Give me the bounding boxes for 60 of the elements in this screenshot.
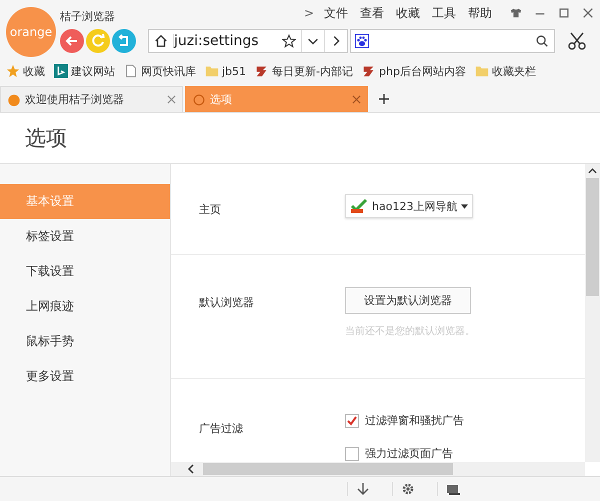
- download-icon[interactable]: [347, 482, 370, 496]
- checkbox-label: 过滤弹窗和骚扰广告: [365, 413, 464, 428]
- page-icon: [124, 64, 138, 78]
- close-tab-icon[interactable]: [352, 95, 361, 104]
- browser-tab[interactable]: 欢迎使用桔子浏览器: [0, 86, 183, 112]
- setting-label: 广告过滤: [199, 421, 244, 437]
- fruit-icon: [7, 92, 21, 106]
- bookmark-item[interactable]: 每日更新-内部记: [272, 64, 354, 78]
- maximize-icon[interactable]: [558, 7, 570, 19]
- close-icon[interactable]: [582, 7, 594, 19]
- bookmark-item[interactable]: 收藏: [23, 64, 45, 78]
- folder-icon: [474, 64, 489, 78]
- setting-label: 主页: [199, 202, 222, 218]
- window-title: 桔子浏览器: [60, 8, 115, 24]
- address-bar[interactable]: juzi:settings: [148, 29, 348, 53]
- set-default-button[interactable]: 设置为默认浏览器: [345, 287, 471, 314]
- menu-arrow[interactable]: >: [304, 6, 314, 20]
- bookmark-item[interactable]: php后台网站内容: [379, 64, 466, 78]
- back-button[interactable]: [60, 29, 84, 53]
- scissors-icon[interactable]: [567, 31, 587, 51]
- folder-icon: [205, 64, 219, 78]
- site-icon: [255, 64, 270, 78]
- menu-item[interactable]: 收藏: [396, 4, 420, 22]
- sidebar-item[interactable]: 标签设置: [0, 219, 170, 254]
- bookmark-item[interactable]: 建议网站: [71, 64, 115, 78]
- scroll-up-icon[interactable]: [588, 167, 597, 175]
- bing-icon: [54, 64, 68, 78]
- checkbox-label: 强力过滤页面广告: [365, 446, 453, 461]
- star-icon: [6, 64, 20, 78]
- browser-logo: orange: [6, 7, 56, 57]
- bookmark-item[interactable]: 网页快讯库: [141, 64, 196, 78]
- menu-item[interactable]: 文件: [324, 4, 348, 22]
- screen-icon[interactable]: [437, 482, 460, 496]
- check-icon: [350, 198, 368, 214]
- sidebar-item[interactable]: 更多设置: [0, 359, 170, 394]
- caret-icon: [461, 204, 468, 208]
- search-field[interactable]: [350, 29, 555, 53]
- bookmark-item[interactable]: 收藏夹栏: [492, 64, 536, 78]
- menu-item[interactable]: 帮助: [468, 4, 492, 22]
- homepage-dropdown[interactable]: hao123上网导航: [345, 194, 474, 218]
- menu-item[interactable]: 查看: [360, 4, 384, 22]
- new-tab-icon[interactable]: [378, 93, 390, 105]
- bookmark-item[interactable]: jb51: [222, 64, 246, 78]
- horizontal-scrollbar[interactable]: [171, 462, 585, 476]
- vertical-scrollbar[interactable]: [585, 164, 600, 462]
- circle-icon: [192, 92, 206, 106]
- shirt-icon[interactable]: [510, 7, 522, 19]
- close-tab-icon[interactable]: [167, 95, 176, 104]
- sidebar-item[interactable]: 鼠标手势: [0, 324, 170, 359]
- sidebar-item[interactable]: 上网痕迹: [0, 289, 170, 324]
- setting-label: 默认浏览器: [199, 295, 255, 311]
- paw-icon[interactable]: [355, 34, 369, 48]
- menu-item[interactable]: 工具: [432, 4, 456, 22]
- scroll-left-icon[interactable]: [187, 464, 195, 474]
- sidebar-item[interactable]: 下载设置: [0, 254, 170, 289]
- site-icon: [362, 64, 376, 78]
- url-text: juzi:settings: [174, 33, 260, 49]
- settings-icon[interactable]: [392, 482, 415, 496]
- checkbox[interactable]: [345, 446, 359, 460]
- checkbox[interactable]: [345, 414, 359, 428]
